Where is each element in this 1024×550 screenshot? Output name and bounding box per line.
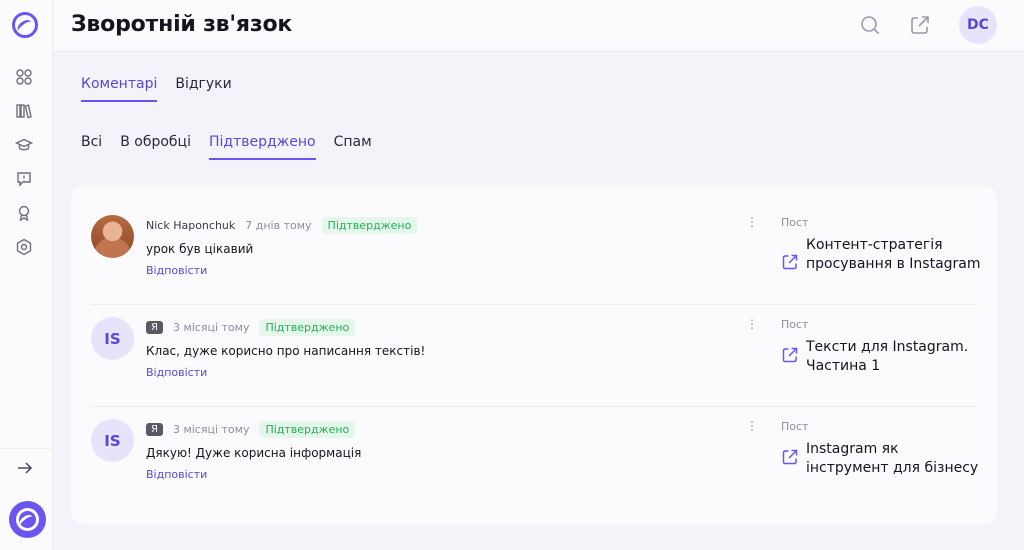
filter-spam[interactable]: Спам [334, 134, 372, 160]
author-avatar-photo [91, 215, 134, 258]
reply-link[interactable]: Відповісти [146, 468, 207, 481]
graduation-cap-icon[interactable] [15, 136, 33, 154]
status-badge: Підтверджено [321, 216, 418, 234]
post-title[interactable]: Instagram як інструмент для бізнесу [806, 440, 981, 478]
sidebar-divider [0, 448, 53, 449]
logo-icon[interactable] [12, 12, 38, 38]
post-label: Пост [781, 420, 809, 433]
post-title[interactable]: Контент-стратегія просування в Instagram [806, 236, 981, 274]
user-avatar[interactable]: DC [959, 6, 997, 44]
author-badge: Я [146, 320, 163, 334]
more-options-icon[interactable]: ⋮ [746, 216, 758, 230]
comment-divider [91, 304, 977, 305]
post-label: Пост [781, 216, 809, 229]
external-link-icon [781, 346, 799, 364]
author-avatar: IS [91, 317, 134, 360]
settings-hexagon-icon[interactable] [15, 238, 33, 256]
filter-in-progress[interactable]: В обробці [120, 134, 191, 160]
page-title: Зворотній зв'язок [71, 12, 293, 37]
dashboard-icon[interactable] [15, 68, 33, 86]
feedback-icon[interactable] [15, 170, 33, 188]
reply-link[interactable]: Відповісти [146, 366, 207, 379]
author-avatar: IS [91, 419, 134, 462]
expand-sidebar-icon[interactable] [16, 459, 34, 477]
comments-card: Nick Haponchuk 7 днів тому Підтверджено … [71, 185, 997, 525]
status-filter-tabs: Всі В обробці Підтверджено Спам [81, 134, 372, 160]
comment-time: 7 днів тому [245, 218, 312, 232]
author-badge: Я [146, 422, 163, 436]
header: Зворотній зв'язок DC [53, 0, 1024, 52]
post-title[interactable]: Тексти для Instagram. Частина 1 [806, 338, 981, 376]
external-link-icon [781, 253, 799, 271]
sidebar [0, 0, 53, 550]
filter-all[interactable]: Всі [81, 134, 102, 160]
comment-time: 3 місяці тому [172, 320, 250, 334]
feedback-tabs: Коментарі Відгуки [81, 76, 232, 102]
post-label: Пост [781, 318, 809, 331]
more-options-icon[interactable]: ⋮ [746, 420, 758, 434]
author-name: Nick Haponchuk [146, 218, 236, 232]
external-link-icon[interactable] [909, 14, 931, 36]
status-badge: Підтверджено [259, 318, 356, 336]
more-options-icon[interactable]: ⋮ [746, 318, 758, 332]
comment-text: Клас, дуже корисно про написання текстів… [146, 344, 426, 358]
filter-approved[interactable]: Підтверджено [208, 134, 316, 160]
comment-meta: Nick Haponchuk 7 днів тому Підтверджено [146, 216, 418, 234]
library-icon[interactable] [15, 102, 33, 120]
comment-text: урок був цікавий [146, 242, 254, 256]
comment-meta: Я 3 місяці тому Підтверджено [146, 420, 356, 438]
tab-comments[interactable]: Коментарі [81, 76, 158, 102]
comment-meta: Я 3 місяці тому Підтверджено [146, 318, 356, 336]
external-link-icon [781, 448, 799, 466]
status-badge: Підтверджено [259, 420, 356, 438]
reply-link[interactable]: Відповісти [146, 264, 207, 277]
comment-text: Дякую! Дуже корисна інформація [146, 446, 362, 460]
brand-logo-icon[interactable] [9, 501, 46, 538]
search-icon[interactable] [859, 14, 881, 36]
comment-divider [91, 406, 977, 407]
comment-time: 3 місяці тому [172, 422, 250, 436]
award-icon[interactable] [15, 204, 33, 222]
tab-reviews[interactable]: Відгуки [175, 76, 231, 102]
